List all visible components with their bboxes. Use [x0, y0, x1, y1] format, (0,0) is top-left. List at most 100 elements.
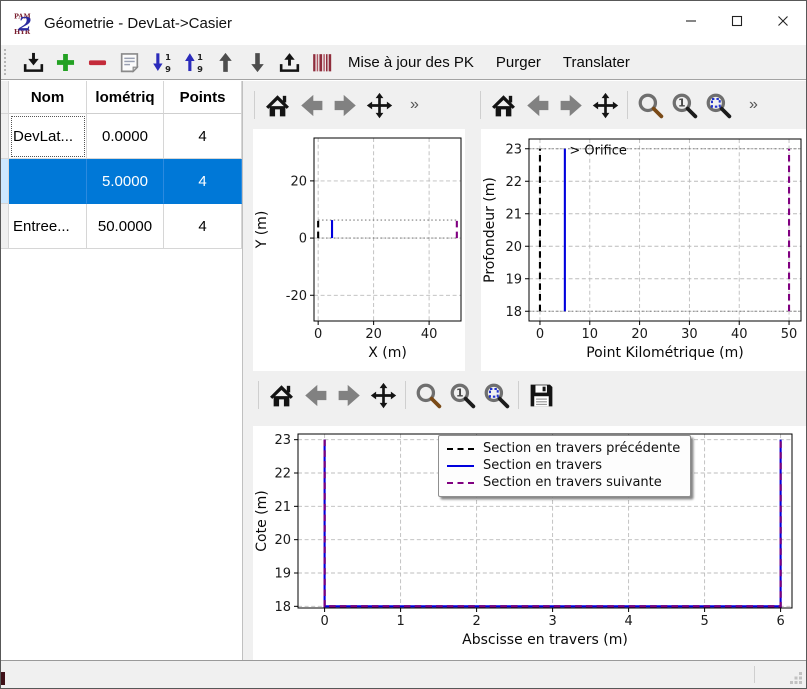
svg-text:19: 19 [505, 272, 522, 287]
svg-text:1: 1 [396, 614, 404, 629]
table-row[interactable]: DevLat... 0.0000 4 [1, 114, 242, 159]
save-figure-button[interactable] [524, 378, 558, 412]
pan-button[interactable] [588, 88, 622, 122]
zoom-fit-button[interactable] [701, 88, 735, 122]
export-button[interactable] [274, 47, 304, 77]
zoom-rect-button[interactable] [633, 88, 667, 122]
svg-text:0: 0 [536, 327, 544, 342]
cell-pk[interactable]: 50.0000 [87, 204, 164, 249]
main-toolbar: Mise à jour des PK Purger Translater [1, 45, 806, 80]
legend-entry: Section en travers [447, 457, 680, 474]
translate-button[interactable]: Translater [552, 47, 641, 77]
close-button[interactable] [760, 1, 806, 41]
cell-pk[interactable]: 5.0000 [87, 159, 164, 204]
zoom-one-button[interactable] [667, 88, 701, 122]
cell-nom[interactable]: Entree... [9, 204, 87, 249]
zoom-one-button[interactable] [445, 378, 479, 412]
home-button[interactable] [260, 88, 294, 122]
cell-nom[interactable]: DevLat... [9, 114, 87, 159]
save-icon [527, 381, 556, 410]
zoom-rect-icon [636, 91, 665, 120]
update-pk-icon-button[interactable] [306, 47, 336, 77]
update-pk-button[interactable]: Mise à jour des PK [337, 47, 485, 77]
pan-button[interactable] [366, 378, 400, 412]
table-header-row: Nom lométriq Points [1, 81, 242, 114]
svg-text:0: 0 [299, 232, 307, 247]
pan-icon [591, 91, 620, 120]
minimize-button[interactable] [668, 1, 714, 41]
forward-icon [335, 381, 364, 410]
table-row-selected[interactable]: 5.0000 4 [1, 159, 242, 204]
svg-text:Y (m): Y (m) [254, 211, 270, 250]
cross-section-canvas[interactable]: 0123456181920212223Abscisse en travers (… [253, 426, 807, 661]
background-window-fragment [1, 672, 5, 685]
toolbar-overflow-button[interactable]: » [745, 96, 762, 114]
toolbar-handle[interactable] [4, 49, 11, 75]
legend-label: Section en travers suivante [483, 475, 662, 490]
forward-button[interactable] [328, 88, 362, 122]
back-button[interactable] [294, 88, 328, 122]
forward-icon [557, 91, 586, 120]
move-up-button[interactable] [210, 47, 240, 77]
pan-button[interactable] [362, 88, 396, 122]
zoom-one-icon [448, 381, 477, 410]
purge-button[interactable]: Purger [485, 47, 552, 77]
move-down-icon [245, 50, 270, 75]
svg-text:40: 40 [731, 327, 748, 342]
back-button[interactable] [298, 378, 332, 412]
cell-points[interactable]: 4 [164, 159, 242, 204]
title-bar[interactable]: PAM HYR 2 Géometrie - DevLat->Casier [1, 1, 806, 45]
plan-plot-canvas[interactable]: 02040-20020X (m)Y (m) [253, 129, 465, 371]
home-icon [263, 91, 292, 120]
edit-notes-button[interactable] [114, 47, 144, 77]
header-points[interactable]: Points [164, 81, 242, 114]
plots-region: » » 02040-20020X (m)Y (m) 01020304050181… [243, 81, 807, 662]
maximize-button[interactable] [714, 1, 760, 41]
svg-text:22: 22 [274, 467, 291, 482]
cell-nom[interactable] [9, 159, 87, 204]
svg-text:18: 18 [274, 600, 291, 615]
legend-line-sample [447, 448, 474, 450]
legend-line-sample [447, 482, 474, 484]
corner-header-cell [1, 81, 9, 114]
forward-button[interactable] [554, 88, 588, 122]
back-icon [523, 91, 552, 120]
resize-grip[interactable] [789, 671, 803, 685]
back-button[interactable] [520, 88, 554, 122]
zoom-fit-icon [482, 381, 511, 410]
import-button[interactable] [18, 47, 48, 77]
legend-label: Section en travers [483, 458, 602, 473]
home-button[interactable] [264, 378, 298, 412]
cell-points[interactable]: 4 [164, 114, 242, 159]
svg-text:2: 2 [17, 14, 31, 36]
forward-button[interactable] [332, 378, 366, 412]
cell-points[interactable]: 4 [164, 204, 242, 249]
home-button[interactable] [486, 88, 520, 122]
table-row[interactable]: Entree... 50.0000 4 [1, 204, 242, 249]
cell-pk[interactable]: 0.0000 [87, 114, 164, 159]
status-bar [1, 660, 806, 688]
add-section-button[interactable] [50, 47, 80, 77]
pan-icon [369, 381, 398, 410]
window-title: Géometrie - DevLat->Casier [44, 15, 232, 32]
toolbar-separator [627, 91, 628, 119]
sort-ascending-button[interactable] [146, 47, 176, 77]
sort-descending-button[interactable] [178, 47, 208, 77]
move-down-button[interactable] [242, 47, 272, 77]
header-nom[interactable]: Nom [9, 81, 87, 114]
update-pk-icon [309, 50, 334, 75]
profile-plot-canvas[interactable]: 01020304050181920212223Point Kilométriqu… [481, 129, 807, 371]
zoom-rect-button[interactable] [411, 378, 445, 412]
svg-text:20: 20 [365, 327, 382, 342]
zoom-one-icon [670, 91, 699, 120]
row-header[interactable] [1, 114, 9, 159]
row-header[interactable] [1, 159, 9, 204]
toolbar-overflow-button[interactable]: » [406, 96, 423, 114]
remove-section-button[interactable] [82, 47, 112, 77]
plan-plot-toolbar: » [249, 85, 423, 125]
svg-text:40: 40 [421, 327, 438, 342]
zoom-fit-button[interactable] [479, 378, 513, 412]
header-kilometrique[interactable]: lométriq [87, 81, 164, 114]
svg-text:0: 0 [314, 327, 322, 342]
row-header[interactable] [1, 204, 9, 249]
